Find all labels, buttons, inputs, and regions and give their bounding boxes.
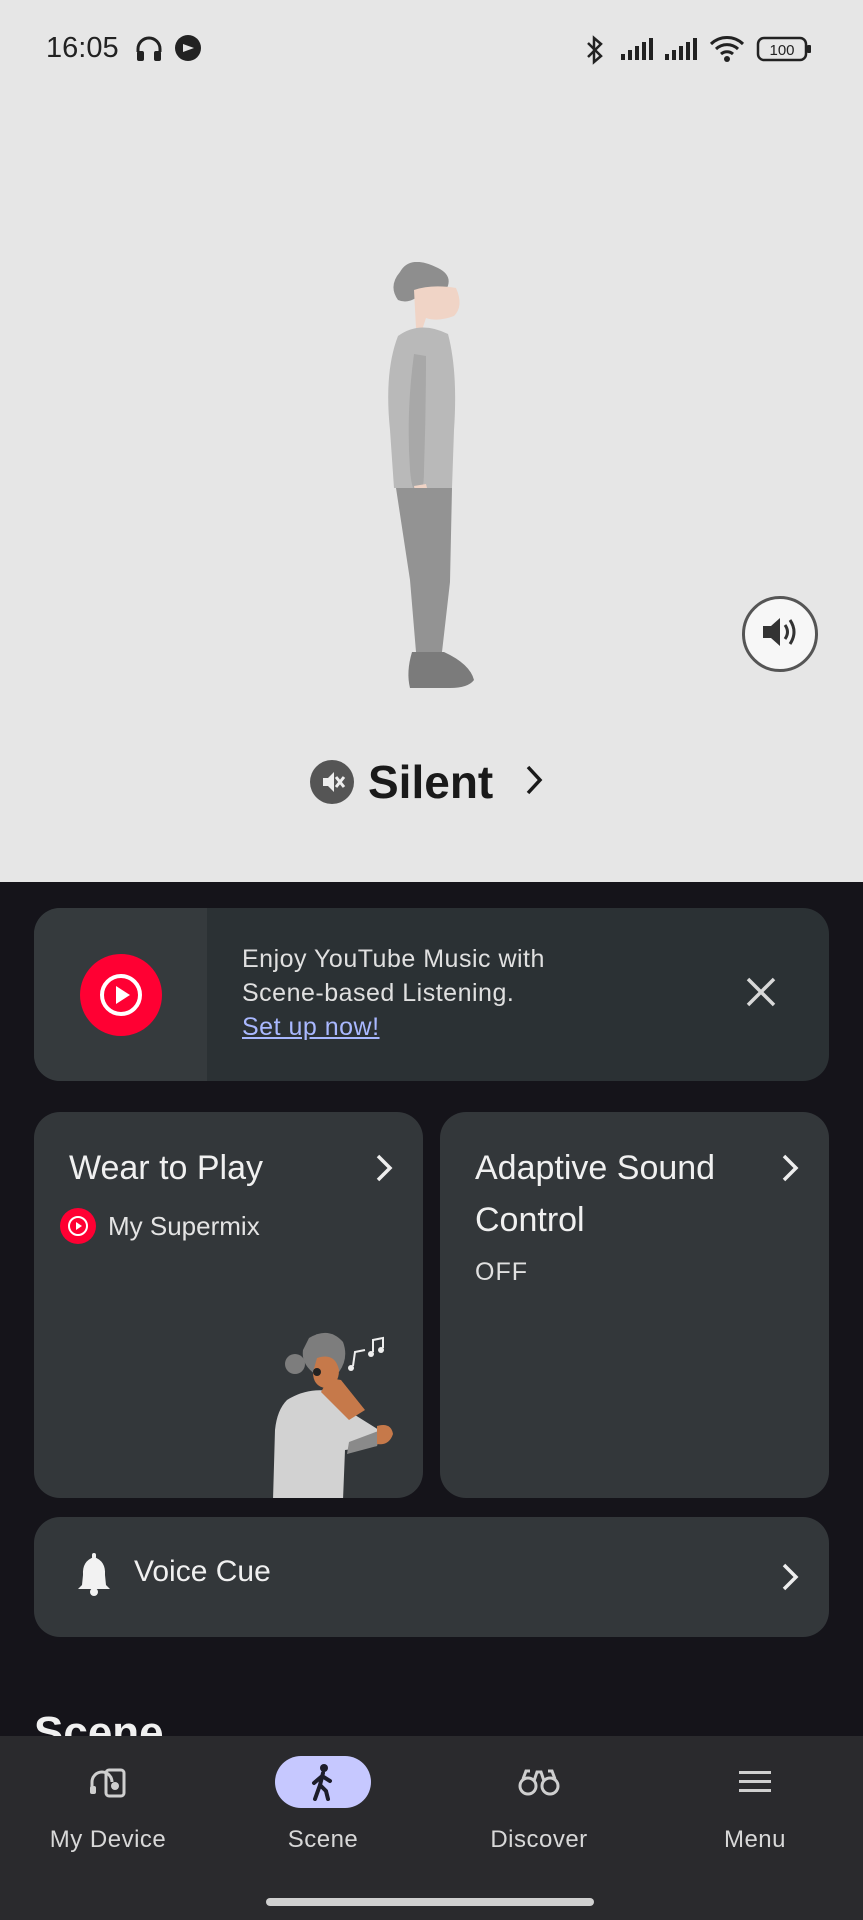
headphones-icon — [134, 34, 164, 69]
status-time: 16:05 — [46, 32, 119, 64]
nav-label: Menu — [723, 1826, 787, 1853]
walking-person-icon — [275, 1756, 371, 1808]
svg-text:100: 100 — [769, 42, 794, 59]
silent-mode-icon — [310, 760, 354, 804]
bell-icon — [74, 1553, 114, 1602]
close-icon[interactable] — [743, 974, 779, 1015]
app-notification-icon — [174, 34, 202, 67]
nav-label: Scene — [287, 1826, 359, 1853]
signal-icon — [620, 36, 656, 67]
wifi-icon — [708, 34, 746, 69]
chevron-right-icon — [523, 763, 545, 802]
chevron-right-icon — [373, 1152, 395, 1189]
adaptive-sound-title-line-2: Control — [475, 1201, 585, 1239]
nav-item-my-device[interactable]: My Device — [0, 1756, 216, 1876]
speaker-volume-icon — [760, 614, 800, 655]
menu-icon — [707, 1756, 803, 1808]
adaptive-sound-title-line-1: Adaptive Sound — [475, 1149, 716, 1187]
nav-item-discover[interactable]: Discover — [431, 1756, 647, 1876]
promo-icon-area — [34, 908, 207, 1081]
volume-button[interactable] — [742, 596, 818, 672]
binoculars-icon — [491, 1756, 587, 1808]
adaptive-sound-control-card[interactable]: Adaptive Sound Control OFF — [440, 1112, 829, 1498]
youtube-music-icon — [60, 1208, 96, 1244]
promo-text: Enjoy YouTube Music with Scene-based Lis… — [242, 942, 545, 1044]
wear-to-play-title: Wear to Play — [69, 1149, 264, 1187]
wear-to-play-card[interactable]: Wear to Play My Supermix — [34, 1112, 423, 1498]
voice-cue-card[interactable]: Voice Cue — [34, 1517, 829, 1637]
promo-line-1: Enjoy YouTube Music with — [242, 945, 545, 973]
playlist-name: My Supermix — [108, 1210, 260, 1241]
setup-now-link[interactable]: Set up now! — [242, 1010, 380, 1044]
nav-item-scene[interactable]: Scene — [215, 1756, 431, 1876]
youtube-music-icon — [79, 953, 162, 1036]
chevron-right-icon — [779, 1152, 801, 1189]
status-bar: 16:05 100 — [0, 0, 863, 100]
adaptive-sound-title: Adaptive Sound Control — [475, 1142, 715, 1246]
scene-hero: 16:05 100 Silent — [0, 0, 863, 882]
nav-label: Discover — [490, 1826, 588, 1853]
adaptive-sound-status: OFF — [475, 1258, 528, 1286]
scene-mode-label: Silent — [368, 756, 494, 808]
home-indicator[interactable] — [266, 1898, 594, 1906]
signal-icon-2 — [664, 36, 700, 67]
playlist-row: My Supermix — [60, 1208, 260, 1244]
listening-person-illustration — [269, 1330, 399, 1498]
scene-mode-selector[interactable]: Silent — [310, 752, 545, 812]
voice-cue-label: Voice Cue — [134, 1555, 271, 1588]
battery-icon: 100 — [756, 36, 814, 67]
person-illustration — [370, 261, 490, 697]
device-icon — [60, 1756, 156, 1808]
bottom-navigation: My Device Scene Discover Menu — [0, 1736, 863, 1920]
bluetooth-icon — [582, 34, 608, 71]
youtube-music-promo-card[interactable]: Enjoy YouTube Music with Scene-based Lis… — [34, 908, 829, 1081]
nav-item-menu[interactable]: Menu — [647, 1756, 863, 1876]
promo-line-2: Scene-based Listening. — [242, 979, 515, 1007]
nav-label: My Device — [49, 1826, 167, 1853]
chevron-right-icon — [779, 1561, 801, 1598]
